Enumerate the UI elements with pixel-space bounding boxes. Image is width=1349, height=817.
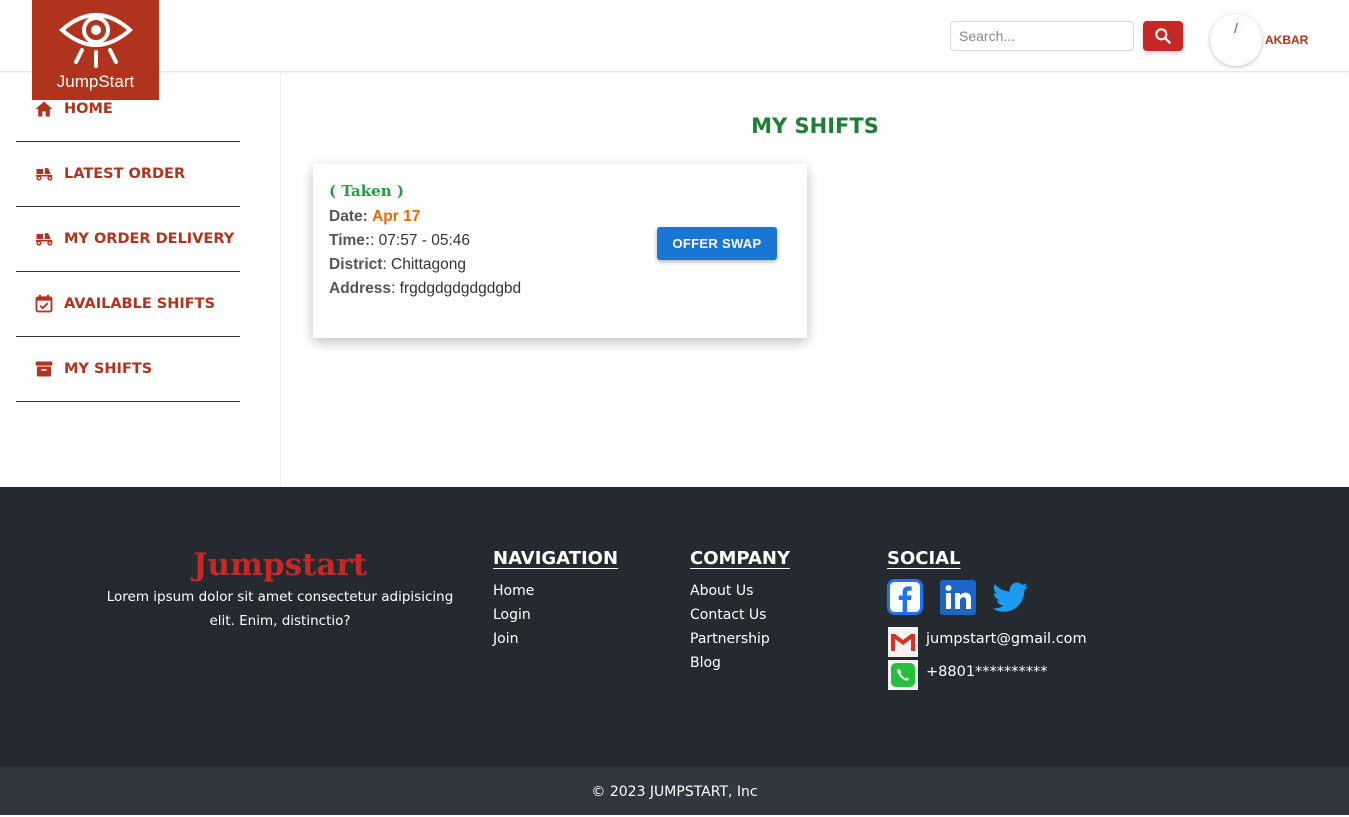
date-label: Date: — [329, 208, 368, 225]
footer-link-partnership[interactable]: Partnership — [690, 631, 770, 647]
footer: Jumpstart Lorem ipsum dolor sit amet con… — [0, 487, 1349, 767]
page-title: MY SHIFTS — [751, 114, 879, 138]
shift-time-row: Time:: 07:57 - 05:46 — [329, 232, 470, 250]
archive-icon — [33, 358, 55, 380]
sidebar-item-label: MY ORDER DELIVERY — [64, 231, 235, 247]
sidebar-item-label: HOME — [64, 101, 113, 117]
search-button[interactable] — [1143, 21, 1183, 51]
address-value: : frgdgdgdgdgdgbd — [391, 280, 522, 297]
footer-link-home[interactable]: Home — [493, 583, 534, 599]
footer-description: Lorem ipsum dolor sit amet consectetur a… — [106, 589, 454, 629]
twitter-icon[interactable] — [991, 582, 1028, 618]
search-icon — [1155, 28, 1171, 44]
contact-phone[interactable]: +8801********** — [926, 664, 1048, 680]
footer-link-blog[interactable]: Blog — [690, 655, 721, 671]
sidebar-item-my-order-delivery[interactable]: MY ORDER DELIVERY — [16, 207, 240, 272]
shift-district-row: District: Chittagong — [329, 256, 466, 274]
sidebar-item-available-shifts[interactable]: AVAILABLE SHIFTS — [16, 272, 240, 337]
whatsapp-icon — [888, 660, 918, 690]
time-label: Time: — [329, 232, 371, 249]
sidebar-item-latest-order[interactable]: LATEST ORDER — [16, 142, 240, 207]
footer-link-about-us[interactable]: About Us — [690, 583, 753, 599]
gmail-icon — [888, 627, 918, 657]
footer-link-contact-us[interactable]: Contact Us — [690, 607, 766, 623]
sidebar-item-my-shifts[interactable]: MY SHIFTS — [16, 337, 240, 402]
date-value: Apr 17 — [372, 208, 421, 225]
district-label: District — [329, 256, 383, 273]
contact-email[interactable]: jumpstart@gmail.com — [926, 631, 1087, 647]
shift-address-row: Address: frgdgdgdgdgdgbd — [329, 280, 521, 298]
search-input[interactable] — [950, 21, 1134, 51]
shift-card: ( Taken ) Date: Apr 17 Time:: 07:57 - 05… — [313, 164, 807, 338]
top-header: / AKBAR — [0, 0, 1349, 72]
address-label: Address — [329, 280, 392, 297]
sidebar-item-label: MY SHIFTS — [64, 361, 153, 377]
username-label[interactable]: AKBAR — [1265, 33, 1308, 47]
sidebar-item-label: LATEST ORDER — [64, 166, 186, 182]
status-badge: ( Taken ) — [329, 182, 404, 200]
home-icon — [33, 98, 55, 120]
facebook-icon[interactable] — [887, 579, 923, 615]
logo[interactable]: JumpStart — [32, 0, 159, 100]
linkedin-icon[interactable] — [940, 580, 976, 615]
eye-logo-icon — [58, 13, 133, 68]
shift-date-row: Date: Apr 17 — [329, 208, 420, 226]
footer-link-login[interactable]: Login — [493, 607, 531, 623]
social-title: SOCIAL — [887, 548, 961, 569]
copyright-bar: © 2023 JUMPSTART, Inc — [0, 767, 1349, 815]
avatar[interactable]: / — [1210, 14, 1262, 66]
time-value: : 07:57 - 05:46 — [370, 232, 471, 249]
logo-text: JumpStart — [56, 72, 135, 91]
sidebar: HOME LATEST ORDER MY ORDER DELIVERY AVAI… — [0, 72, 281, 487]
district-value: : Chittagong — [382, 256, 466, 273]
company-title: COMPANY — [690, 548, 790, 569]
moped-icon — [33, 163, 55, 185]
footer-link-join[interactable]: Join — [493, 631, 518, 647]
offer-swap-button[interactable]: OFFER SWAP — [657, 227, 777, 260]
footer-brand: Jumpstart — [192, 547, 368, 583]
sidebar-item-label: AVAILABLE SHIFTS — [64, 296, 216, 312]
navigation-title: NAVIGATION — [493, 548, 619, 569]
event-available-icon — [33, 293, 55, 315]
moped-icon — [33, 228, 55, 250]
